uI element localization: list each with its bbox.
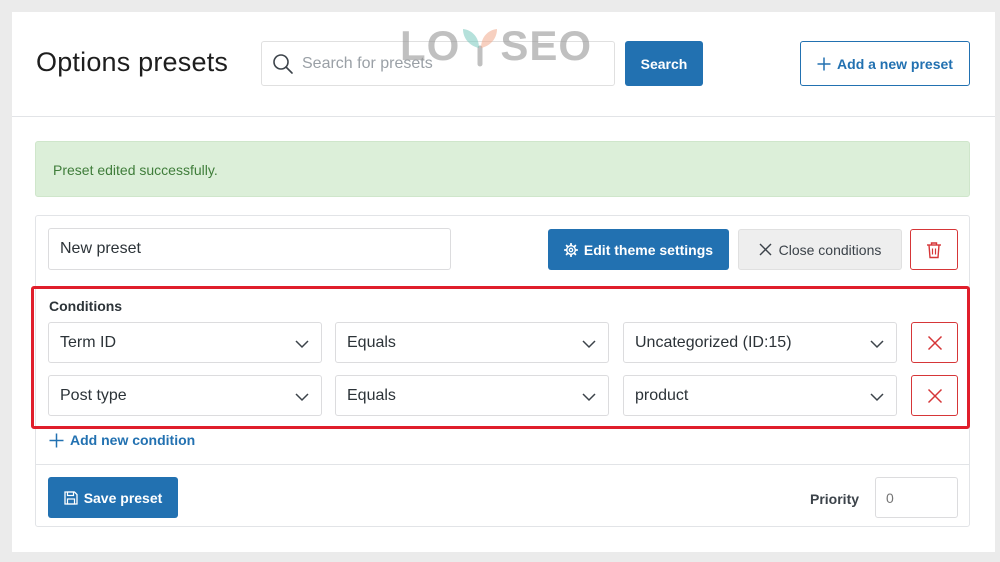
close-icon [927,388,942,403]
condition-value-text: product [635,386,689,404]
search-button[interactable]: Search [625,41,703,86]
notice-text: Preset edited successfully. [53,162,218,178]
condition-operator-value: Equals [347,333,396,351]
search-input[interactable] [302,42,602,85]
condition-operator-select[interactable]: Equals [335,375,609,416]
preset-footer: Save preset Priority [36,464,969,527]
close-conditions-button[interactable]: Close conditions [738,229,902,270]
remove-condition-button[interactable] [911,375,958,416]
condition-field-select[interactable]: Term ID [48,322,322,363]
close-icon [927,335,942,350]
add-new-condition-link[interactable]: Add new condition [49,432,195,448]
edit-theme-settings-label: Edit theme settings [583,241,714,258]
plus-icon [49,433,64,447]
save-icon [64,490,78,505]
gear-icon [563,242,578,257]
edit-theme-settings-button[interactable]: Edit theme settings [548,229,729,270]
add-new-preset-button[interactable]: Add a new preset [800,41,970,86]
add-new-condition-label: Add new condition [70,432,196,448]
chevron-down-icon [870,393,884,402]
condition-field-value: Term ID [60,333,116,351]
condition-operator-value: Equals [347,386,396,404]
delete-preset-button[interactable] [910,229,958,270]
condition-operator-select[interactable]: Equals [335,322,609,363]
add-new-preset-label: Add a new preset [837,55,953,72]
condition-value-select[interactable]: Uncategorized (ID:15) [623,322,897,363]
search-icon [273,54,293,74]
page-header: Options presets Search Add a new preset [12,12,995,117]
preset-card: Edit theme settings Close conditions Con… [35,215,970,527]
app-window: Options presets Search Add a new preset … [12,12,995,552]
condition-field-select[interactable]: Post type [48,375,322,416]
save-preset-button[interactable]: Save preset [48,477,178,518]
page-title: Options presets [36,47,229,77]
plus-icon [817,57,831,70]
conditions-title: Conditions [49,298,123,314]
chevron-down-icon [870,340,884,349]
chevron-down-icon [295,393,309,402]
priority-input[interactable] [875,477,958,518]
remove-condition-button[interactable] [911,322,958,363]
close-icon [759,243,772,256]
condition-field-value: Post type [60,386,127,404]
chevron-down-icon [295,340,309,349]
chevron-down-icon [582,393,596,402]
save-preset-label: Save preset [83,489,163,506]
priority-label: Priority [810,491,860,507]
chevron-down-icon [582,340,596,349]
search-button-label: Search [640,55,688,72]
condition-value-select[interactable]: product [623,375,897,416]
trash-icon [927,241,941,258]
preset-name-input[interactable] [48,228,451,270]
search-box [261,41,615,86]
success-notice: Preset edited successfully. [35,141,970,197]
condition-value-text: Uncategorized (ID:15) [635,333,792,351]
close-conditions-label: Close conditions [778,241,882,258]
